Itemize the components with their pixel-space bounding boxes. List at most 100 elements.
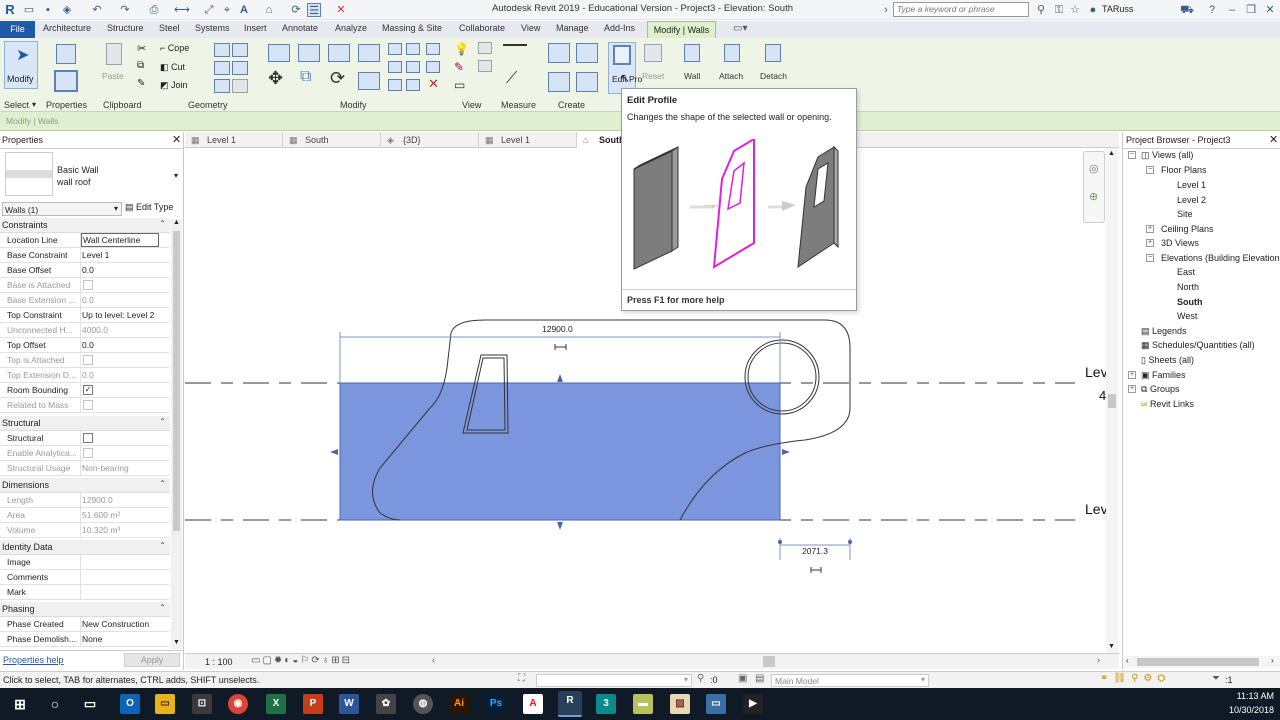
delete-icon[interactable]: ✕ — [428, 76, 439, 92]
align-icon[interactable] — [268, 44, 290, 62]
recorder-icon[interactable]: ▶ — [743, 694, 763, 714]
help-icon[interactable]: ? — [1205, 3, 1219, 17]
level-2-label[interactable]: Lev — [1085, 364, 1108, 380]
tab-steel[interactable]: Steel — [159, 23, 180, 33]
row-comments[interactable]: Comments — [0, 570, 170, 585]
beam-join-icon[interactable] — [214, 79, 230, 93]
row-image[interactable]: Image — [0, 555, 170, 570]
row-location-line[interactable]: Location Line Wall Centerline — [0, 233, 170, 248]
measure-line-icon[interactable] — [503, 44, 527, 46]
expand-ceiling-plans-icon[interactable]: + — [1146, 225, 1154, 233]
cortana-search-icon[interactable]: ○ — [45, 694, 65, 714]
row-base-offset[interactable]: Base Offset 0.0 — [0, 263, 170, 278]
scroll-up-icon[interactable]: ▲ — [1108, 150, 1115, 157]
wall-opening-label[interactable]: Wall — [684, 71, 700, 81]
scroll-thumb[interactable] — [173, 231, 180, 531]
structural-checkbox[interactable] — [83, 433, 93, 443]
redo-icon[interactable]: ↷ — [118, 3, 132, 17]
scroll-down-icon[interactable]: ▼ — [1108, 643, 1115, 650]
tab-view[interactable]: View — [521, 23, 540, 33]
3dsmax-icon[interactable]: 3 — [596, 694, 616, 714]
instance-filter-select[interactable]: Walls (1) ▾ — [2, 202, 122, 216]
app-icon[interactable]: ✿ — [376, 694, 396, 714]
tree-south-active[interactable]: South — [1177, 297, 1203, 307]
filter-icon[interactable]: ⏷ — [1212, 673, 1220, 684]
open-icon[interactable]: ▭ — [22, 3, 36, 17]
user-icon[interactable]: ● — [1086, 3, 1100, 17]
scroll-right-icon[interactable]: › — [1271, 656, 1274, 665]
create-similar-icon[interactable] — [576, 72, 598, 92]
group-structural[interactable]: Structural ⌃ — [0, 416, 170, 431]
word-icon[interactable]: W — [339, 694, 359, 714]
minimize-icon[interactable]: – — [1225, 3, 1239, 17]
tree-groups[interactable]: ⧉ Groups — [1141, 384, 1179, 395]
expand-3d-views-icon[interactable]: + — [1146, 239, 1154, 247]
cope-button[interactable]: ⌐ Cope — [160, 43, 189, 53]
top-constraint-value[interactable]: Up to level: Level 2 — [82, 310, 154, 320]
location-line-value[interactable]: Wall Centerline — [81, 233, 159, 247]
wall-joins-icon[interactable] — [214, 61, 230, 75]
cut-geometry-button[interactable]: ◧ Cut — [160, 62, 185, 73]
binoculars-icon[interactable]: ⚲ — [1034, 3, 1048, 17]
group-phasing[interactable]: Phasing ⌃ — [0, 602, 170, 617]
detach-label[interactable]: Detach — [760, 71, 787, 81]
pin-icon[interactable] — [388, 79, 402, 91]
trim-extend-icon[interactable] — [426, 43, 440, 55]
create-parts-icon[interactable] — [576, 43, 598, 63]
room-bounding-checkbox[interactable]: ✓ — [83, 385, 93, 395]
tag-icon[interactable]: ⌖ — [220, 3, 234, 17]
scroll-left-icon[interactable]: ‹ — [1126, 656, 1129, 665]
select-dropdown-icon[interactable]: ▾ — [32, 100, 36, 109]
tree-sheets[interactable]: ▯ Sheets (all) — [1141, 355, 1194, 366]
phase-created-value[interactable]: New Construction — [82, 619, 149, 629]
paste-icon[interactable] — [106, 43, 122, 65]
tab-view-3d[interactable]: ◈ {3D} — [381, 132, 479, 148]
selection-settings-icons[interactable]: ⚭⛓⚲⚙⛭ — [1100, 673, 1170, 684]
type-properties-icon[interactable] — [56, 44, 76, 64]
outlook-icon[interactable]: O — [120, 694, 140, 714]
view-controls-icons[interactable]: ▭▢✹◐◒⚐⟳♁⊞⊟ — [251, 655, 352, 666]
revit-taskbar-icon[interactable]: R — [558, 691, 582, 717]
ribbon-options-icon[interactable]: ▭▾ — [733, 23, 747, 34]
view-scale[interactable]: 1 : 100 — [205, 657, 233, 667]
create-assembly-icon[interactable] — [548, 43, 570, 63]
copy-element-icon[interactable]: ⧉ — [300, 68, 311, 86]
mirror-draw-icon[interactable] — [358, 44, 380, 62]
restore-icon[interactable]: ❐ — [1244, 3, 1258, 17]
tree-legends[interactable]: ▤ Legends — [1141, 326, 1187, 337]
properties-help-link[interactable]: Properties help — [3, 655, 64, 665]
search-input[interactable]: Type a keyword or phrase — [893, 2, 1029, 17]
split-face-icon[interactable] — [214, 43, 230, 57]
tree-east[interactable]: East — [1177, 267, 1195, 277]
exclude-options-icon[interactable]: ▤ — [755, 673, 764, 684]
expand-families-icon[interactable]: + — [1128, 371, 1136, 379]
tab-analyze[interactable]: Analyze — [335, 23, 367, 33]
properties-icon[interactable] — [54, 70, 78, 92]
measure-icon[interactable]: ⟷ — [174, 3, 190, 17]
tab-architecture[interactable]: Architecture — [43, 23, 91, 33]
split-gap-icon[interactable] — [406, 43, 420, 55]
text-icon[interactable]: A — [237, 3, 251, 17]
tree-level-1[interactable]: Level 1 — [1177, 180, 1206, 190]
windows-start-icon[interactable]: ⊞ — [10, 694, 30, 714]
row-phase-demolished[interactable]: Phase Demolish... None — [0, 632, 170, 647]
join-button[interactable]: ◩ Join — [160, 80, 188, 91]
tree-floor-plans[interactable]: Floor Plans — [1161, 165, 1207, 175]
3d-view-icon[interactable]: ⌂ — [262, 3, 276, 17]
tree-3d-views[interactable]: 3D Views — [1161, 238, 1199, 248]
powerpoint-icon[interactable]: P — [303, 694, 323, 714]
sync-icon[interactable]: ◈ — [60, 3, 74, 17]
level-1-label[interactable]: Lev — [1085, 501, 1108, 517]
dimension-top-value[interactable]: 12900.0 — [542, 324, 573, 334]
tree-ceiling-plans[interactable]: Ceiling Plans — [1161, 224, 1214, 234]
move-icon[interactable]: ✥ — [268, 68, 283, 89]
horizontal-scroll-thumb[interactable] — [763, 656, 775, 667]
tree-views-all[interactable]: ◫ Views (all) — [1141, 150, 1193, 161]
top-offset-value[interactable]: 0.0 — [82, 340, 94, 350]
workset-select[interactable]: ▾ — [536, 674, 692, 687]
override-graphics-icon[interactable]: ✎ — [454, 60, 464, 74]
row-top-offset[interactable]: Top Offset 0.0 — [0, 338, 170, 353]
group-constraints[interactable]: Constraints ⌃ — [0, 218, 170, 233]
photoshop-icon[interactable]: Ps — [486, 694, 506, 714]
notes-icon[interactable]: ▬ — [633, 694, 653, 714]
